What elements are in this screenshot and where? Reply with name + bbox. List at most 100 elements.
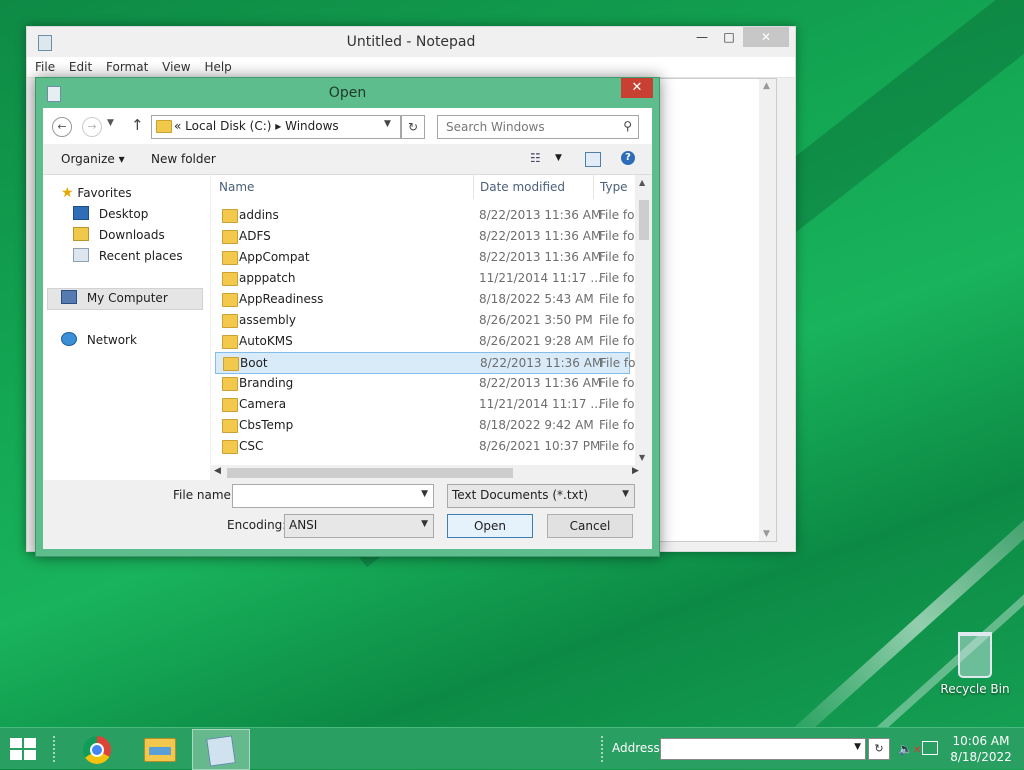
organize-button[interactable]: Organize ▾: [61, 152, 125, 166]
menu-help[interactable]: Help: [204, 57, 231, 77]
file-row[interactable]: CbsTemp 8/18/2022 9:42 AM File fol: [215, 415, 638, 435]
minimize-button[interactable]: —: [689, 27, 715, 47]
chevron-down-icon[interactable]: ▼: [555, 153, 562, 163]
scroll-up-icon[interactable]: ▲: [639, 178, 645, 187]
scroll-up-icon[interactable]: ▲: [763, 81, 770, 91]
file-date: 8/26/2021 9:28 AM: [479, 334, 594, 348]
file-name: AppCompat: [239, 250, 310, 264]
filename-input[interactable]: ▼: [232, 484, 434, 508]
file-row[interactable]: AppReadiness 8/18/2022 5:43 AM File fol: [215, 289, 638, 309]
windows-start-icon[interactable]: [10, 738, 38, 760]
up-arrow-icon[interactable]: ↑: [131, 116, 144, 134]
chevron-down-icon[interactable]: ▼: [622, 489, 629, 499]
file-date: 11/21/2014 11:17 ...: [479, 397, 602, 411]
forward-arrow-icon[interactable]: →: [82, 117, 102, 137]
close-button[interactable]: ✕: [743, 27, 789, 47]
filename-label: File name:: [173, 488, 235, 502]
notepad-title-bar[interactable]: Untitled - Notepad — □ ✕: [27, 27, 795, 57]
navigation-pane: ★ Favorites Desktop Downloads Recent pla…: [43, 175, 210, 480]
volume-muted-icon[interactable]: 🔈✕: [898, 742, 921, 756]
open-button[interactable]: Open: [447, 514, 533, 538]
scroll-down-icon[interactable]: ▼: [763, 529, 770, 539]
column-header-type[interactable]: Type: [600, 175, 628, 199]
dialog-close-button[interactable]: ✕: [621, 78, 653, 98]
file-row[interactable]: AutoKMS 8/26/2021 9:28 AM File fol: [215, 331, 638, 351]
menu-format[interactable]: Format: [106, 57, 148, 77]
system-clock[interactable]: 10:06 AM 8/18/2022: [946, 733, 1016, 765]
refresh-icon[interactable]: ↻: [868, 738, 890, 760]
scroll-left-icon[interactable]: ◀: [214, 466, 221, 476]
chevron-down-icon[interactable]: ▼: [854, 742, 861, 752]
filetype-select[interactable]: Text Documents (*.txt) ▼: [447, 484, 635, 508]
preview-pane-icon[interactable]: [585, 152, 601, 167]
search-input[interactable]: Search Windows ⚲: [437, 115, 639, 139]
scrollbar-thumb[interactable]: [639, 200, 649, 240]
view-options-icon[interactable]: ☷: [530, 151, 541, 165]
file-row[interactable]: assembly 8/26/2021 3:50 PM File fol: [215, 310, 638, 330]
folder-icon: [222, 272, 238, 286]
taskbar-address-input[interactable]: ▼: [660, 738, 866, 760]
file-row[interactable]: ADFS 8/22/2013 11:36 AM File fol: [215, 226, 638, 246]
recent-locations-dropdown-icon[interactable]: ▼: [107, 118, 114, 128]
scroll-down-icon[interactable]: ▼: [639, 453, 645, 462]
scroll-right-icon[interactable]: ▶: [632, 466, 639, 476]
taskbar-chrome[interactable]: [70, 729, 126, 768]
vertical-scrollbar[interactable]: ▲ ▼: [635, 175, 652, 465]
menu-file[interactable]: File: [35, 57, 55, 77]
maximize-button[interactable]: □: [716, 27, 742, 47]
star-icon: ★: [61, 185, 74, 201]
file-row[interactable]: Boot 8/22/2013 11:36 AM File fol: [215, 352, 639, 374]
toolbar-grip[interactable]: [600, 735, 604, 763]
column-divider[interactable]: [593, 175, 594, 199]
menu-view[interactable]: View: [162, 57, 190, 77]
column-divider[interactable]: [473, 175, 474, 199]
chevron-down-icon[interactable]: ▼: [421, 519, 428, 529]
file-row[interactable]: Camera 11/21/2014 11:17 ... File fol: [215, 394, 638, 414]
file-row[interactable]: addins 8/22/2013 11:36 AM File fol: [215, 205, 638, 225]
nav-downloads[interactable]: Downloads: [73, 227, 165, 242]
folder-icon: [222, 209, 238, 223]
file-list: ˄ Name Date modified Type addins 8/22/201…: [211, 175, 652, 480]
refresh-icon[interactable]: ↻: [401, 115, 425, 139]
nav-network[interactable]: Network: [61, 332, 137, 347]
file-type: File fol: [599, 376, 638, 390]
file-type: File fol: [599, 334, 638, 348]
breadcrumb[interactable]: « Local Disk (C:) ▸ Windows: [174, 119, 339, 133]
file-date: 8/22/2013 11:36 AM: [480, 356, 603, 370]
chevron-down-icon[interactable]: ▼: [421, 489, 428, 499]
file-date: 8/22/2013 11:36 AM: [479, 208, 602, 222]
file-name: CbsTemp: [239, 418, 294, 432]
encoding-select[interactable]: ANSI ▼: [284, 514, 434, 538]
scrollbar-thumb[interactable]: [227, 468, 513, 478]
nav-favorites[interactable]: ★ Favorites: [61, 185, 132, 201]
file-date: 8/18/2022 9:42 AM: [479, 418, 594, 432]
column-header-name[interactable]: Name: [219, 175, 254, 199]
network-status-icon[interactable]: [922, 741, 938, 755]
search-icon[interactable]: ⚲: [623, 119, 632, 133]
nav-my-computer[interactable]: My Computer: [61, 290, 168, 305]
file-row[interactable]: CSC 8/26/2021 10:37 PM File fol: [215, 436, 638, 456]
chevron-down-icon[interactable]: ▼: [384, 119, 391, 129]
vertical-scrollbar[interactable]: ▲ ▼: [759, 79, 776, 541]
horizontal-scrollbar[interactable]: ◀ ▶: [211, 465, 652, 480]
nav-label: Network: [86, 333, 137, 347]
new-folder-button[interactable]: New folder: [151, 152, 216, 166]
help-icon[interactable]: ?: [621, 151, 635, 165]
back-arrow-icon[interactable]: ←: [52, 117, 72, 137]
cancel-button[interactable]: Cancel: [547, 514, 633, 538]
address-bar[interactable]: « Local Disk (C:) ▸ Windows ▼: [151, 115, 401, 139]
taskbar: Address ▼ ↻ 🔈✕ 10:06 AM 8/18/2022: [0, 727, 1024, 770]
desktop-icon-recycle-bin[interactable]: Recycle Bin: [940, 632, 1010, 696]
file-type: File fol: [600, 356, 639, 370]
menu-edit[interactable]: Edit: [69, 57, 92, 77]
taskbar-file-explorer[interactable]: [131, 729, 187, 768]
taskbar-notepad[interactable]: [192, 729, 250, 770]
column-header-date[interactable]: Date modified: [480, 175, 565, 199]
file-row[interactable]: AppCompat 8/22/2013 11:36 AM File fol: [215, 247, 638, 267]
nav-recent-places[interactable]: Recent places: [73, 248, 183, 263]
dialog-title-bar[interactable]: Open ✕: [36, 78, 659, 108]
file-row[interactable]: apppatch 11/21/2014 11:17 ... File fol: [215, 268, 638, 288]
nav-desktop[interactable]: Desktop: [73, 206, 148, 221]
file-row[interactable]: Branding 8/22/2013 11:36 AM File fol: [215, 373, 638, 393]
toolbar-grip[interactable]: [52, 735, 56, 763]
